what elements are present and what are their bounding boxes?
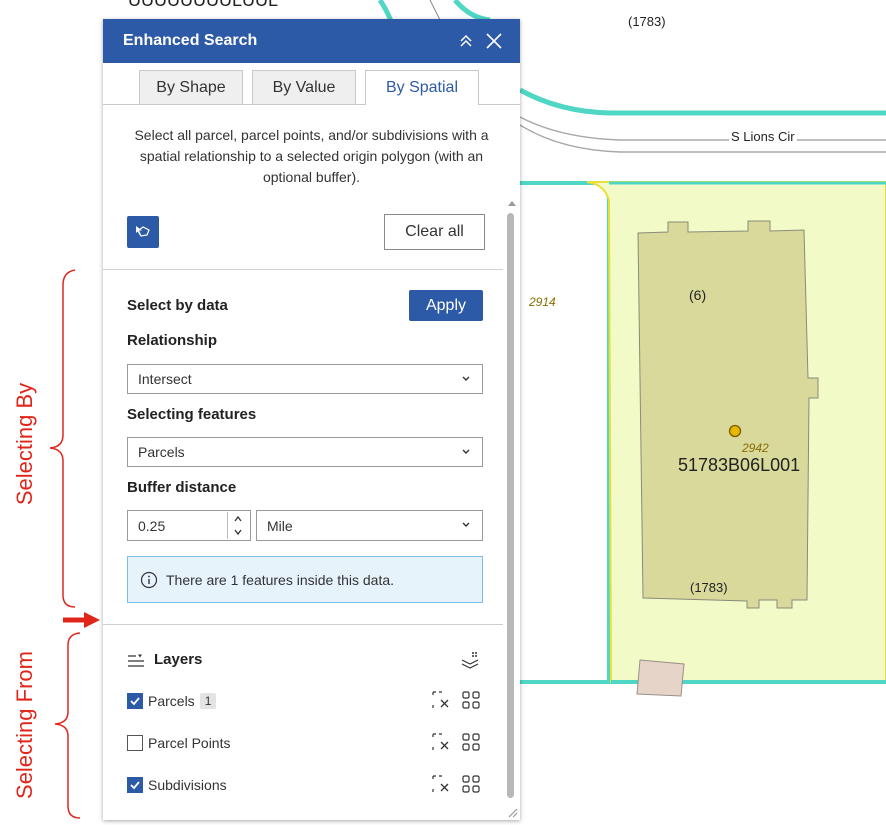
- info-icon: [140, 571, 158, 589]
- description-text: Select all parcel, parcel points, and/or…: [134, 127, 489, 185]
- subdivisions-checkbox[interactable]: [127, 777, 143, 793]
- layer-label: Parcels: [148, 693, 195, 709]
- close-icon: [486, 33, 502, 49]
- annotation-selecting-from: Selecting From: [12, 651, 37, 799]
- clear-selection-icon: [432, 691, 449, 708]
- layers-title: Layers: [154, 651, 203, 668]
- section-divider: [103, 624, 503, 625]
- clear-all-button[interactable]: Clear all: [384, 214, 485, 250]
- tab-by-shape[interactable]: By Shape: [139, 70, 243, 104]
- relationship-label: Relationship: [127, 332, 218, 349]
- select-by-data-title: Select by data: [127, 297, 228, 314]
- clear-selection-button[interactable]: [431, 732, 451, 752]
- layer-select-icon: [461, 652, 479, 669]
- chevron-down-icon: [234, 529, 242, 535]
- buffer-unit-value: Mile: [267, 517, 293, 534]
- tab-bar: By Shape By Value By Spatial: [103, 70, 520, 105]
- chevron-down-icon: [462, 449, 470, 454]
- panel-title: Enhanced Search: [123, 32, 258, 49]
- chevron-down-icon: [462, 376, 470, 381]
- checkmark-icon: [130, 781, 140, 790]
- panel-header: Enhanced Search: [103, 19, 520, 63]
- clear-selection-icon: [432, 775, 449, 792]
- select-polygon-icon: [136, 226, 150, 237]
- layer-item-parcels: Parcels 1: [127, 690, 483, 712]
- buffer-stepper: [227, 512, 248, 539]
- layer-label: Parcel Points: [148, 735, 231, 751]
- tab-by-value[interactable]: By Value: [252, 70, 356, 104]
- clear-selection-button[interactable]: [431, 774, 451, 794]
- info-message: There are 1 features inside this data.: [166, 571, 395, 588]
- clear-selection-button[interactable]: [431, 690, 451, 710]
- enhanced-search-panel: Enhanced Search By Shape By Value By Spa…: [103, 19, 520, 820]
- selecting-features-label: Selecting features: [127, 406, 257, 423]
- scrollbar[interactable]: [503, 197, 520, 820]
- layer-item-subdivisions: Subdivisions: [127, 774, 483, 796]
- double-chevron-up-icon: [460, 34, 472, 47]
- info-notice: There are 1 features inside this data.: [127, 556, 483, 603]
- tool-row: Clear all: [127, 214, 485, 250]
- parcel-id-label: 51783B06L001: [678, 455, 801, 475]
- select-all-button[interactable]: [461, 690, 481, 710]
- scrollbar-thumb[interactable]: [507, 213, 514, 798]
- select-origin-button[interactable]: [127, 216, 159, 248]
- select-all-button[interactable]: [461, 732, 481, 752]
- layer-item-parcel-points: Parcel Points: [127, 732, 483, 754]
- resize-handle-icon[interactable]: [508, 808, 518, 818]
- buffer-distance-label: Buffer distance: [127, 479, 237, 496]
- annotation-selecting-by: Selecting By: [12, 382, 37, 506]
- layer-count-badge: 1: [199, 693, 217, 709]
- buffer-distance-value: 0.25: [138, 517, 166, 534]
- address-label: 2942: [742, 441, 769, 455]
- relationship-value: Intersect: [138, 371, 192, 387]
- selecting-features-value: Parcels: [138, 444, 185, 460]
- layer-actions: [431, 774, 481, 794]
- lot-number: (6): [689, 287, 707, 303]
- grid-icon: [462, 733, 480, 751]
- layer-actions: [431, 690, 481, 710]
- layers-list-icon: [128, 654, 144, 667]
- buffer-unit-select[interactable]: Mile: [256, 510, 483, 541]
- grid-icon: [462, 775, 480, 793]
- layer-actions: [431, 732, 481, 752]
- parcels-checkbox[interactable]: [127, 693, 143, 709]
- street-label: S Lions Cir: [729, 129, 797, 144]
- parcel-points-checkbox[interactable]: [127, 735, 143, 751]
- collapse-button[interactable]: [452, 27, 480, 55]
- clear-selection-icon: [432, 733, 449, 750]
- grid-icon: [462, 691, 480, 709]
- chevron-up-icon: [234, 515, 242, 521]
- step-down-button[interactable]: [228, 525, 248, 538]
- lot-bottom-number: (1783): [690, 580, 728, 595]
- map-top-cut-text: UUUUUUUULUUL: [128, 0, 279, 10]
- address-label-left: 2914: [529, 295, 556, 309]
- scroll-up-icon: [508, 201, 516, 206]
- chevron-down-icon: [462, 522, 470, 527]
- layers-options-button[interactable]: [459, 650, 481, 677]
- section-divider: [103, 269, 503, 270]
- layers-header: Layers: [127, 649, 483, 673]
- relationship-select[interactable]: Intersect: [127, 364, 483, 394]
- checkmark-icon: [130, 697, 140, 706]
- layer-label: Subdivisions: [148, 777, 227, 793]
- close-button[interactable]: [480, 27, 508, 55]
- map-top-number: (1783): [628, 14, 666, 29]
- select-all-button[interactable]: [461, 774, 481, 794]
- apply-button[interactable]: Apply: [409, 290, 483, 321]
- selecting-features-select[interactable]: Parcels: [127, 437, 483, 467]
- step-up-button[interactable]: [228, 512, 248, 525]
- tab-by-spatial[interactable]: By Spatial: [365, 70, 479, 105]
